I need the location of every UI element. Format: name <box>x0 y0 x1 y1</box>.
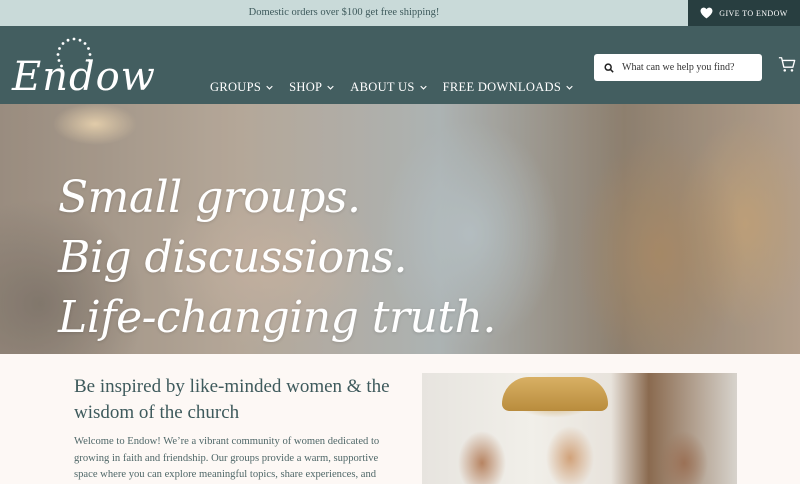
cart-icon[interactable] <box>778 56 796 73</box>
nav-label: SHOP <box>289 80 323 94</box>
intro-section: Be inspired by like-minded women & the w… <box>0 354 800 484</box>
nav-item-shop[interactable]: SHOP <box>289 80 334 95</box>
hero-line: Life-changing truth. <box>58 292 496 343</box>
main-nav: GROUPS SHOP ABOUT US FREE DOWNLOADS <box>210 80 573 95</box>
endow-logo[interactable]: Endow <box>12 34 155 100</box>
logo-wordmark: Endow <box>12 54 156 100</box>
intro-heading: Be inspired by like-minded women & the w… <box>74 376 390 423</box>
chevron-down-icon <box>327 85 334 90</box>
nav-label: FREE DOWNLOADS <box>442 80 562 94</box>
chevron-down-icon <box>566 85 573 90</box>
hero-line: Small groups. <box>58 172 361 223</box>
give-to-endow-label: GIVE TO ENDOW <box>719 8 788 18</box>
intro-body: Welcome to Endow! We’re a vibrant commun… <box>74 436 380 480</box>
hero-headline: Small groups. Big discussions. Life-chan… <box>58 168 496 348</box>
give-to-endow-button[interactable]: GIVE TO ENDOW <box>688 0 800 26</box>
women-group-photo <box>422 373 737 484</box>
search-box <box>594 54 762 81</box>
nav-item-groups[interactable]: GROUPS <box>210 80 273 95</box>
nav-item-free-downloads[interactable]: FREE DOWNLOADS <box>443 80 573 95</box>
search-icon <box>604 62 614 73</box>
chevron-down-icon <box>266 85 273 90</box>
hero-banner: Small groups. Big discussions. Life-chan… <box>0 104 800 354</box>
heart-icon <box>700 7 713 19</box>
pendant-lamp <box>502 377 608 411</box>
hero-line: Big discussions. <box>58 232 407 283</box>
announcement-bar: Domestic orders over $100 get free shipp… <box>0 0 800 26</box>
nav-label: GROUPS <box>210 80 262 94</box>
nav-item-about-us[interactable]: ABOUT US <box>350 80 427 95</box>
chevron-down-icon <box>419 85 427 90</box>
nav-label: ABOUT US <box>350 80 415 94</box>
search-input[interactable] <box>622 62 757 73</box>
site-header: Endow GROUPS SHOP ABOUT US FREE DOWNLOAD… <box>0 26 800 104</box>
announcement-text: Domestic orders over $100 get free shipp… <box>248 7 440 18</box>
